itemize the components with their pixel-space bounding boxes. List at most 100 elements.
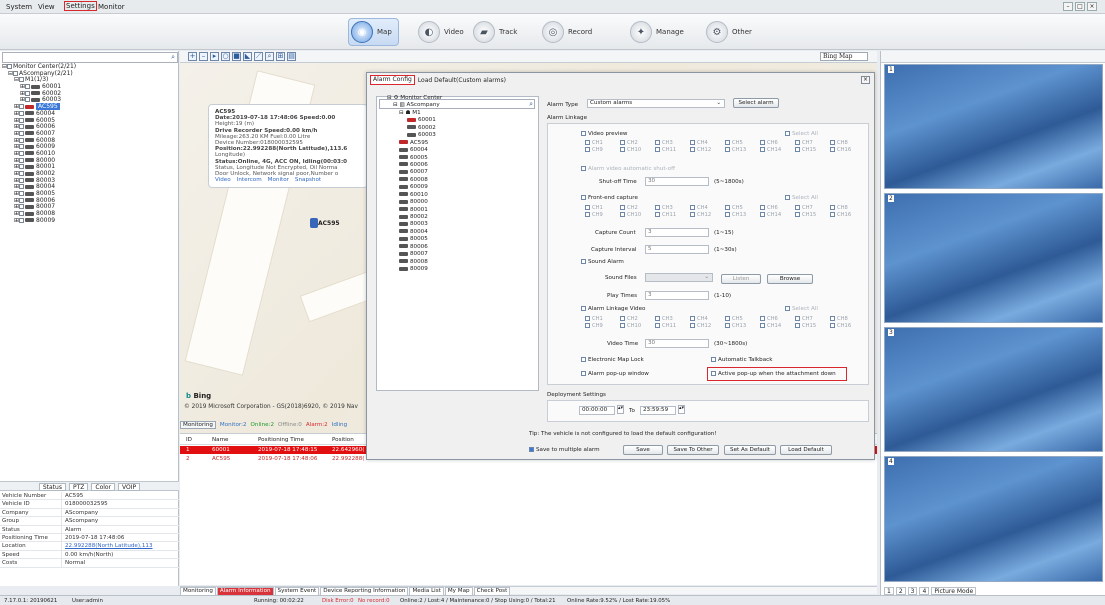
maximize-icon[interactable]: □ (1075, 2, 1085, 11)
monitor-mode-select[interactable]: Monitoring (180, 421, 216, 429)
deploy-to-input[interactable]: 23:59:59 (640, 406, 676, 415)
linkage-video-checkbox[interactable] (581, 306, 586, 311)
video-preview-checkbox[interactable] (581, 131, 586, 136)
tree-vehicle[interactable]: ⊞ 60008 (2, 137, 178, 145)
load-default-button[interactable]: Load Default (780, 445, 832, 455)
tab-system-event[interactable]: System Event (274, 586, 320, 595)
tree-vehicle[interactable]: ⊞ 60003 (2, 97, 178, 104)
search-map-icon[interactable]: ⌕ (265, 52, 274, 61)
deploy-from-input[interactable]: 00:00:00 (579, 406, 615, 415)
alarm-type-select[interactable]: Custom alarms ⌄ (587, 99, 725, 108)
video-nav-button[interactable]: ◐ Video (418, 18, 464, 46)
channel-option[interactable]: CH1 (585, 316, 620, 322)
channel-option[interactable]: CH2 (620, 140, 655, 146)
tree-vehicle[interactable]: ⊞ 60010 (2, 150, 178, 158)
channel-option[interactable]: CH12 (690, 212, 725, 218)
video-page-tab[interactable]: 3 (907, 586, 918, 595)
save-multi-checkbox[interactable] (529, 447, 534, 452)
channel-option[interactable]: CH14 (760, 147, 795, 153)
save-to-other-button[interactable]: Save To Other (667, 445, 719, 455)
channel-option[interactable]: CH5 (725, 140, 760, 146)
grid-header-cell[interactable]: Position (332, 437, 354, 443)
channel-option[interactable]: CH4 (690, 140, 725, 146)
video-page-tab[interactable]: 1 (884, 586, 894, 595)
active-popup-option[interactable]: Active pop-up when the attachment down (711, 371, 836, 377)
channel-option[interactable]: CH15 (795, 212, 830, 218)
grid-icon[interactable]: ⊞ (276, 52, 285, 61)
tab-ptz[interactable]: PTZ (68, 483, 89, 491)
auto-talkback-option[interactable]: Automatic Talkback (711, 357, 772, 363)
channel-option[interactable]: CH11 (655, 212, 690, 218)
channel-option[interactable]: CH5 (725, 316, 760, 322)
zoom-in-icon[interactable]: + (188, 52, 197, 61)
location-link[interactable]: 22.992288(North Latitude),113 (62, 542, 153, 549)
dialog-tree-vehicle[interactable]: 60004 (387, 147, 442, 154)
dialog-tree-vehicle[interactable]: 80006 (387, 244, 442, 251)
channel-option[interactable]: CH6 (760, 140, 795, 146)
tree-vehicle[interactable]: ⊞ 80003 (2, 177, 178, 185)
channel-option[interactable]: CH14 (760, 212, 795, 218)
channel-option[interactable]: CH1 (585, 140, 620, 146)
video-cell[interactable]: 1 (884, 64, 1103, 189)
dialog-tree-vehicle[interactable]: 80007 (387, 251, 442, 258)
tab-alarm-information[interactable]: Alarm Information (216, 586, 274, 595)
channel-option[interactable]: CH9 (585, 212, 620, 218)
select-all-checkbox[interactable] (785, 195, 790, 200)
channel-option[interactable]: CH5 (725, 205, 760, 211)
select-all-option[interactable]: Select All (785, 131, 818, 137)
channel-option[interactable]: CH10 (620, 147, 655, 153)
video-cell[interactable]: 3 (884, 327, 1103, 452)
track-nav-button[interactable]: ▰ Track (473, 18, 517, 46)
set-as-default-button[interactable]: Set As Default (724, 445, 776, 455)
dialog-tree-vehicle[interactable]: 60002 (387, 125, 442, 132)
dialog-tree-vehicle[interactable]: 80004 (387, 229, 442, 236)
tab-status[interactable]: Status (38, 483, 66, 491)
channel-option[interactable]: CH8 (830, 205, 865, 211)
channel-option[interactable]: CH4 (690, 316, 725, 322)
tab-device-reporting[interactable]: Device Reporting Information (320, 586, 409, 595)
map-lock-option[interactable]: Electronic Map Lock (581, 357, 644, 363)
popup-intercom-link[interactable]: Intercom (237, 177, 262, 183)
channel-option[interactable]: CH16 (830, 212, 865, 218)
close-icon[interactable]: × (1087, 2, 1097, 11)
menu-system[interactable]: System (6, 3, 32, 11)
tab-voip[interactable]: VOIP (118, 483, 141, 491)
listen-button[interactable]: Listen (721, 274, 761, 284)
popup-window-option[interactable]: Alarm pop-up window (581, 371, 649, 377)
dialog-tree-vehicle[interactable]: 80005 (387, 236, 442, 243)
capture-count-input[interactable]: 3 (645, 228, 709, 237)
front-capture-checkbox[interactable] (581, 195, 586, 200)
popup-video-link[interactable]: Video (215, 177, 231, 183)
channel-option[interactable]: CH7 (795, 140, 830, 146)
channel-option[interactable]: CH6 (760, 316, 795, 322)
channel-option[interactable]: CH7 (795, 205, 830, 211)
other-nav-button[interactable]: ⚙ Other (706, 18, 752, 46)
polygon-icon[interactable]: ◣ (243, 52, 252, 61)
channel-option[interactable]: CH10 (620, 323, 655, 329)
sound-alarm-option[interactable]: Sound Alarm (581, 259, 624, 265)
dialog-tree-vehicle[interactable]: 60008 (387, 177, 442, 184)
dialog-tree-vehicle[interactable]: 80001 (387, 207, 442, 214)
channel-option[interactable]: CH9 (585, 147, 620, 153)
channel-option[interactable]: CH2 (620, 316, 655, 322)
dialog-tree-vehicle[interactable]: 60009 (387, 184, 442, 191)
dialog-tree-root[interactable]: ⊟ ⚙ Monitor Center (387, 95, 442, 102)
popup-snapshot-link[interactable]: Snapshot (295, 177, 321, 183)
video-cell[interactable]: 4 (884, 456, 1103, 582)
grid-header-cell[interactable]: Name (212, 437, 229, 443)
select-all-checkbox[interactable] (785, 306, 790, 311)
tab-alarm-config[interactable]: Alarm Config (370, 75, 415, 85)
dialog-tree-vehicle[interactable]: 60006 (387, 162, 442, 169)
channel-option[interactable]: CH11 (655, 323, 690, 329)
linkage-video-option[interactable]: Alarm Linkage Video (581, 306, 645, 312)
tree-vehicle[interactable]: ⊞ 80006 (2, 197, 178, 205)
channel-option[interactable]: CH6 (760, 205, 795, 211)
channel-option[interactable]: CH4 (690, 205, 725, 211)
front-capture-option[interactable]: Front-end capture (581, 195, 638, 201)
channel-option[interactable]: CH13 (725, 212, 760, 218)
layer-icon[interactable]: ▤ (287, 52, 296, 61)
tree-vehicle[interactable]: ⊞ 60001 (2, 83, 178, 91)
tab-monitoring[interactable]: Monitoring (180, 586, 216, 595)
tab-my-map[interactable]: My Map (444, 586, 473, 595)
select-all-checkbox[interactable] (785, 131, 790, 136)
